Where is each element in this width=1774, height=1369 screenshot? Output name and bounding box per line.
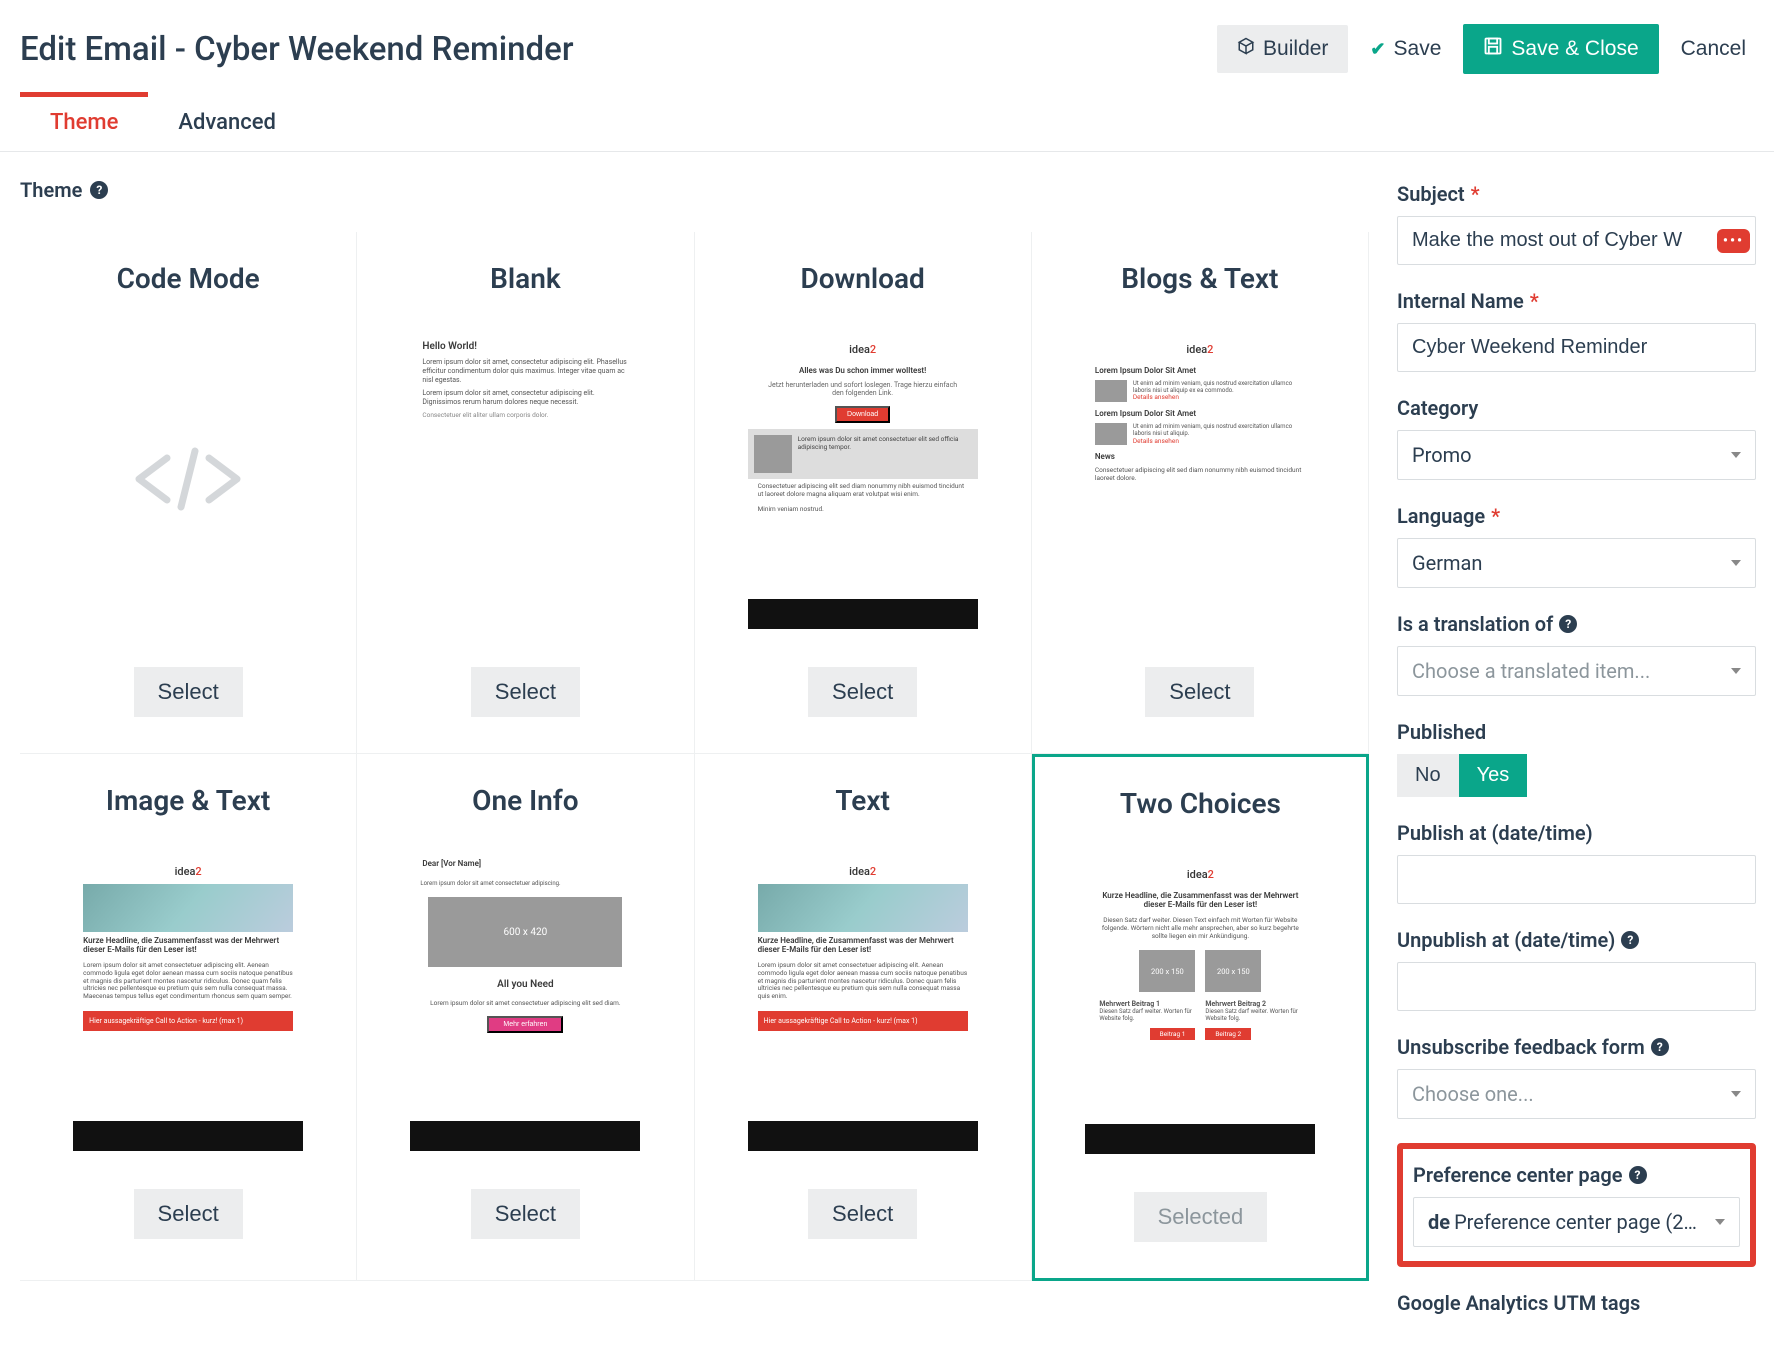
internal-name-input[interactable] xyxy=(1397,323,1756,372)
chevron-down-icon xyxy=(1731,560,1741,566)
cube-icon xyxy=(1237,37,1255,61)
subject-input[interactable] xyxy=(1397,216,1756,265)
language-label: Language * xyxy=(1397,504,1756,528)
disk-icon xyxy=(1483,36,1503,62)
theme-thumbnail xyxy=(73,329,303,629)
check-icon: ✔ xyxy=(1370,39,1385,60)
unsubscribe-select[interactable]: Choose one... xyxy=(1397,1069,1756,1119)
theme-thumbnail: idea2 Lorem Ipsum Dolor Sit Amet Ut enim… xyxy=(1085,329,1315,629)
theme-card-one-info: One Info Dear [Vor Name] Lorem ipsum dol… xyxy=(357,754,694,1281)
section-label: Theme ? xyxy=(20,178,1369,202)
unpublish-at-label: Unpublish at (date/time) ? xyxy=(1397,928,1756,952)
published-label: Published xyxy=(1397,720,1756,744)
theme-card-code-mode: Code Mode Select xyxy=(20,232,357,754)
theme-thumbnail: idea2 Kurze Headline, die Zusammenfasst … xyxy=(748,851,978,1151)
utm-label: Google Analytics UTM tags xyxy=(1397,1291,1756,1315)
theme-card-two-choices: Two Choices idea2 Kurze Headline, die Zu… xyxy=(1032,754,1369,1281)
select-button[interactable]: Select xyxy=(808,1189,917,1239)
help-icon[interactable]: ? xyxy=(1621,931,1639,949)
publish-at-label: Publish at (date/time) xyxy=(1397,821,1756,845)
language-select[interactable]: German xyxy=(1397,538,1756,588)
code-icon xyxy=(73,329,303,629)
translation-label: Is a translation of ? xyxy=(1397,612,1756,636)
unpublish-at-input[interactable] xyxy=(1397,962,1756,1011)
chevron-down-icon xyxy=(1731,1091,1741,1097)
select-button[interactable]: Select xyxy=(1145,667,1254,717)
unsubscribe-label: Unsubscribe feedback form ? xyxy=(1397,1035,1756,1059)
tab-theme[interactable]: Theme xyxy=(20,94,148,151)
help-icon[interactable]: ? xyxy=(1559,615,1577,633)
select-button[interactable]: Select xyxy=(808,667,917,717)
select-button[interactable]: Select xyxy=(134,1189,243,1239)
theme-card-download: Download idea2 Alles was Du schon immer … xyxy=(695,232,1032,754)
theme-card-image-text: Image & Text idea2 Kurze Headline, die Z… xyxy=(20,754,357,1281)
help-icon[interactable]: ? xyxy=(1651,1038,1669,1056)
help-icon[interactable]: ? xyxy=(1629,1166,1647,1184)
translation-select[interactable]: Choose a translated item... xyxy=(1397,646,1756,696)
expand-badge[interactable]: ••• xyxy=(1717,229,1750,253)
theme-thumbnail: idea2 Alles was Du schon immer wolltest!… xyxy=(748,329,978,629)
subject-label: Subject * xyxy=(1397,182,1756,206)
chevron-down-icon xyxy=(1731,452,1741,458)
category-select[interactable]: Promo xyxy=(1397,430,1756,480)
publish-at-input[interactable] xyxy=(1397,855,1756,904)
theme-thumbnail: idea2 Kurze Headline, die Zusammenfasst … xyxy=(73,851,303,1151)
theme-thumbnail: Hello World! Lorem ipsum dolor sit amet,… xyxy=(410,329,640,629)
published-yes[interactable]: Yes xyxy=(1459,754,1528,797)
save-button[interactable]: ✔ Save xyxy=(1362,25,1449,73)
select-button[interactable]: Select xyxy=(471,667,580,717)
preference-center-label: Preference center page ? xyxy=(1413,1163,1740,1187)
published-no[interactable]: No xyxy=(1397,754,1459,797)
internal-name-label: Internal Name * xyxy=(1397,289,1756,313)
preference-center-highlight: Preference center page ? dePreference ce… xyxy=(1397,1143,1756,1267)
theme-thumbnail: Dear [Vor Name] Lorem ipsum dolor sit am… xyxy=(410,851,640,1151)
theme-thumbnail: idea2 Kurze Headline, die Zusammenfasst … xyxy=(1085,854,1315,1154)
select-button[interactable]: Select xyxy=(471,1189,580,1239)
selected-button[interactable]: Selected xyxy=(1134,1192,1268,1242)
category-label: Category xyxy=(1397,396,1756,420)
chevron-down-icon xyxy=(1731,668,1741,674)
cancel-button[interactable]: Cancel xyxy=(1673,25,1754,73)
theme-card-text: Text idea2 Kurze Headline, die Zusammenf… xyxy=(695,754,1032,1281)
page-title: Edit Email - Cyber Weekend Reminder xyxy=(20,30,574,69)
builder-button[interactable]: Builder xyxy=(1217,25,1348,73)
help-icon[interactable]: ? xyxy=(90,181,108,199)
chevron-down-icon xyxy=(1715,1219,1725,1225)
preference-center-select[interactable]: dePreference center page (26)× xyxy=(1413,1197,1740,1247)
clear-icon[interactable]: × xyxy=(1706,1213,1707,1234)
select-button[interactable]: Select xyxy=(134,667,243,717)
tab-advanced[interactable]: Advanced xyxy=(148,94,306,151)
theme-card-blank: Blank Hello World! Lorem ipsum dolor sit… xyxy=(357,232,694,754)
theme-card-blogs-text: Blogs & Text idea2 Lorem Ipsum Dolor Sit… xyxy=(1032,232,1369,754)
save-close-button[interactable]: Save & Close xyxy=(1463,24,1658,74)
